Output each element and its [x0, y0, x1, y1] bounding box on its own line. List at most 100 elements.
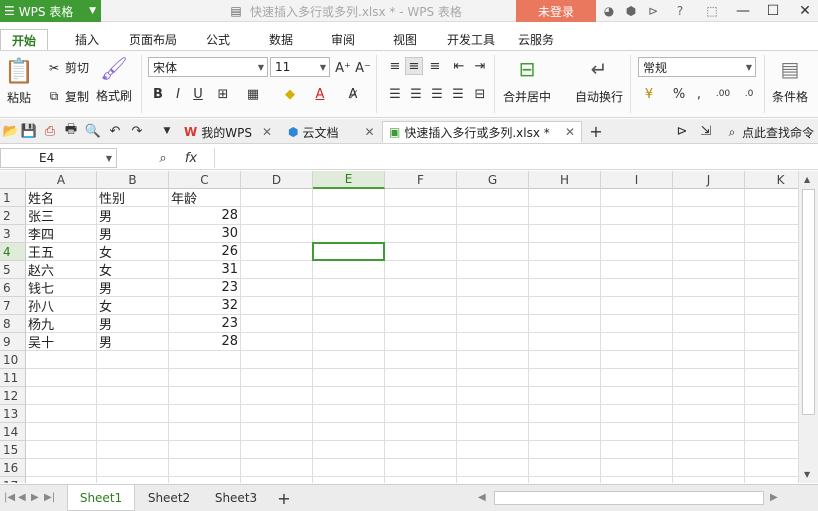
scroll-down-icon[interactable]: ▼	[804, 470, 810, 479]
currency-icon[interactable]: ¥	[640, 85, 658, 103]
table-cell[interactable]	[673, 459, 745, 477]
table-cell[interactable]	[97, 459, 169, 477]
indent-decrease-icon[interactable]: ⇤	[450, 57, 468, 75]
border-icon[interactable]: ⊞	[214, 85, 232, 103]
row-header[interactable]: 16	[0, 459, 26, 477]
table-cell[interactable]	[457, 189, 529, 207]
table-cell[interactable]	[529, 351, 601, 369]
table-cell[interactable]	[745, 387, 798, 405]
table-cell[interactable]	[241, 441, 313, 459]
table-cell[interactable]	[745, 459, 798, 477]
table-cell[interactable]	[313, 225, 385, 243]
align-bottom-icon[interactable]: ≡	[426, 57, 444, 75]
table-cell[interactable]	[529, 261, 601, 279]
table-cell[interactable]	[529, 477, 601, 483]
prev-sheet-icon[interactable]: ◀	[18, 492, 26, 503]
table-cell[interactable]	[529, 441, 601, 459]
row-header[interactable]: 8	[0, 315, 26, 333]
table-cell[interactable]	[601, 387, 673, 405]
table-cell[interactable]	[745, 225, 798, 243]
table-cell[interactable]	[745, 423, 798, 441]
table-cell[interactable]	[313, 243, 385, 261]
table-cell[interactable]: 吴十	[26, 333, 97, 351]
table-cell[interactable]	[313, 441, 385, 459]
table-cell[interactable]	[529, 369, 601, 387]
function-button[interactable]: fx	[180, 149, 202, 167]
table-cell[interactable]	[673, 477, 745, 483]
table-cell[interactable]: 年龄	[169, 189, 241, 207]
table-cell[interactable]	[745, 351, 798, 369]
table-cell[interactable]	[673, 315, 745, 333]
sheet-tab-sheet2[interactable]: Sheet2	[136, 485, 202, 511]
table-cell[interactable]	[457, 369, 529, 387]
table-cell[interactable]	[169, 351, 241, 369]
table-cell[interactable]	[97, 441, 169, 459]
row-header[interactable]: 3	[0, 225, 26, 243]
table-cell[interactable]	[529, 315, 601, 333]
table-cell[interactable]	[601, 405, 673, 423]
table-cell[interactable]	[241, 225, 313, 243]
open-folder-icon[interactable]: 📂	[2, 122, 20, 140]
copy-button[interactable]: ⧉ 复制	[45, 88, 89, 105]
decrease-font-icon[interactable]: A⁻	[354, 59, 372, 77]
table-cell[interactable]: 男	[97, 315, 169, 333]
tab-page-layout[interactable]: 页面布局	[129, 29, 177, 50]
table-cell[interactable]	[313, 351, 385, 369]
table-cell[interactable]	[385, 351, 457, 369]
row-header[interactable]: 17	[0, 477, 26, 483]
table-cell[interactable]	[601, 351, 673, 369]
row-header[interactable]: 10	[0, 351, 26, 369]
table-cell[interactable]	[457, 225, 529, 243]
print-icon[interactable]: 🖶	[62, 122, 80, 140]
row-header[interactable]: 9	[0, 333, 26, 351]
table-cell[interactable]	[385, 369, 457, 387]
increase-decimal-icon[interactable]: .00	[714, 85, 732, 103]
close-tab-icon[interactable]: ✕	[365, 125, 375, 139]
share-icon[interactable]: ⊳	[645, 3, 661, 19]
print-preview-icon[interactable]: 🔍	[84, 122, 102, 140]
align-right-icon[interactable]: ☰	[428, 85, 446, 103]
scroll-left-icon[interactable]: ◀	[478, 492, 486, 503]
tab-formulas[interactable]: 公式	[206, 29, 230, 50]
font-size-select[interactable]: 11 ▼	[270, 57, 330, 77]
table-cell[interactable]	[457, 279, 529, 297]
table-cell[interactable]	[26, 459, 97, 477]
tab-data[interactable]: 数据	[269, 29, 293, 50]
table-cell[interactable]	[601, 477, 673, 483]
table-cell[interactable]: 23	[169, 279, 241, 297]
font-name-select[interactable]: 宋体 ▼	[148, 57, 268, 77]
row-header[interactable]: 5	[0, 261, 26, 279]
table-cell[interactable]	[457, 315, 529, 333]
add-sheet-button[interactable]: +	[272, 485, 296, 511]
table-cell[interactable]	[673, 261, 745, 279]
table-cell[interactable]	[745, 207, 798, 225]
scroll-up-icon[interactable]: ▲	[804, 175, 810, 184]
table-cell[interactable]	[385, 423, 457, 441]
next-sheet-icon[interactable]: ▶	[31, 492, 39, 503]
table-cell[interactable]	[745, 333, 798, 351]
table-cell[interactable]	[457, 459, 529, 477]
thousands-separator-icon[interactable]: ,	[690, 85, 708, 103]
restore-app-icon[interactable]: ⬚	[704, 3, 720, 19]
decrease-decimal-icon[interactable]: .0	[740, 85, 758, 103]
table-cell[interactable]	[673, 423, 745, 441]
table-cell[interactable]	[313, 261, 385, 279]
formula-input[interactable]	[214, 148, 818, 168]
tab-list-icon[interactable]: ⊳	[673, 122, 691, 140]
table-cell[interactable]	[745, 441, 798, 459]
table-cell[interactable]	[601, 225, 673, 243]
table-cell[interactable]: 31	[169, 261, 241, 279]
close-tab-icon[interactable]: ✕	[565, 125, 575, 139]
wrap-text-button[interactable]: ↵ 自动换行	[575, 57, 623, 105]
table-cell[interactable]	[601, 243, 673, 261]
table-cell[interactable]	[97, 369, 169, 387]
table-cell[interactable]	[313, 333, 385, 351]
doc-tab-my-wps[interactable]: W 我的WPS ✕	[178, 121, 278, 143]
table-cell[interactable]	[385, 315, 457, 333]
table-cell[interactable]: 王五	[26, 243, 97, 261]
table-cell[interactable]	[241, 315, 313, 333]
table-cell[interactable]	[745, 315, 798, 333]
table-cell[interactable]	[26, 441, 97, 459]
table-cell[interactable]	[169, 423, 241, 441]
distribute-icon[interactable]: ⊟	[471, 85, 489, 103]
